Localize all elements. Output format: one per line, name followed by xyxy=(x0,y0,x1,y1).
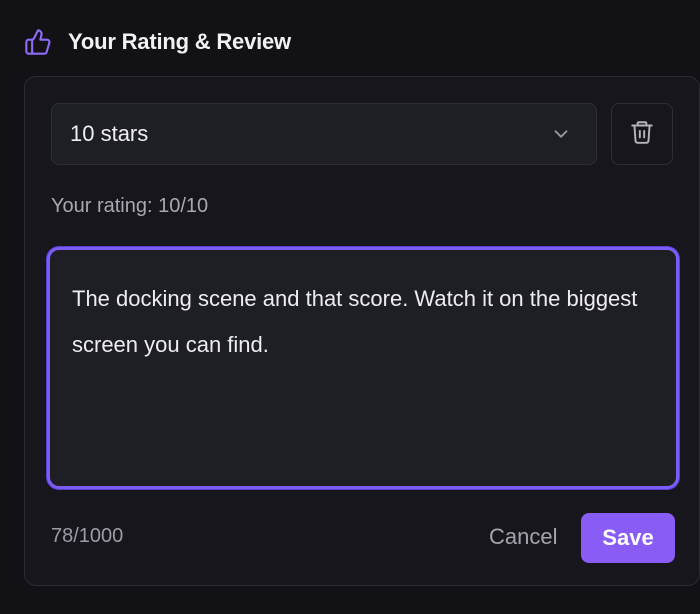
thumbs-up-icon xyxy=(24,28,52,56)
trash-icon xyxy=(629,119,655,150)
section-header: Your Rating & Review xyxy=(24,26,291,58)
cancel-button[interactable]: Cancel xyxy=(481,513,565,561)
character-counter: 78/1000 xyxy=(51,525,124,547)
review-textarea[interactable]: The docking scene and that score. Watch … xyxy=(47,247,679,489)
rating-select-value: 10 stars xyxy=(70,121,149,146)
rating-summary: Your rating: 10/10 xyxy=(51,195,209,217)
rating-review-card: 10 stars Your rating: 10/10 The docking … xyxy=(24,76,700,586)
section-title: Your Rating & Review xyxy=(68,29,291,54)
delete-rating-button[interactable] xyxy=(611,103,673,165)
save-button[interactable]: Save xyxy=(581,513,675,563)
rating-select[interactable]: 10 stars xyxy=(51,103,597,165)
chevron-down-icon xyxy=(550,123,572,145)
